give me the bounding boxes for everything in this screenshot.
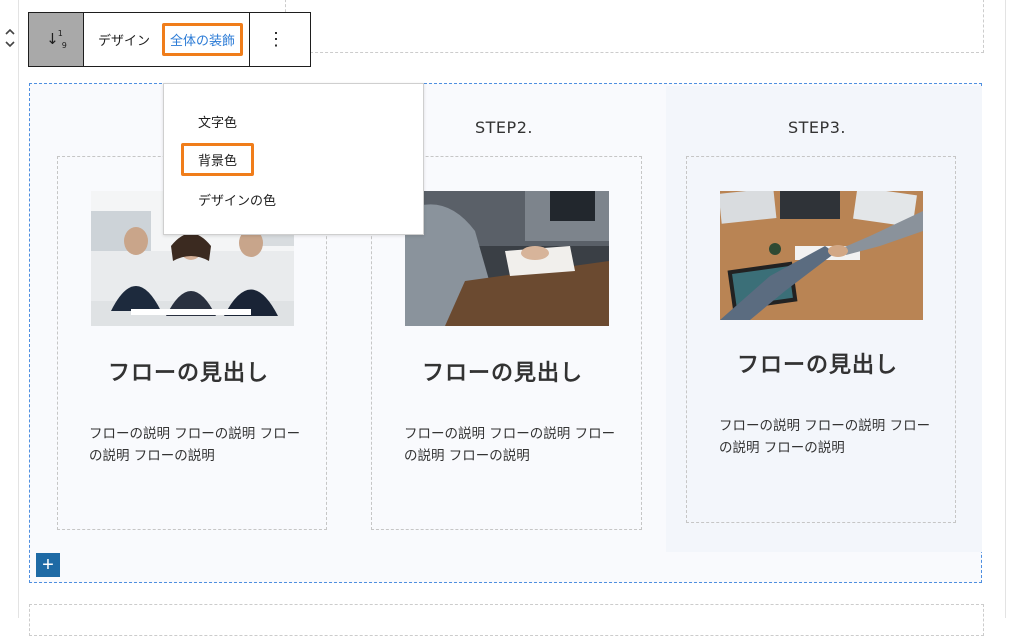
meeting-hands-photo <box>405 191 609 326</box>
flow-card-3-title: フローの見出し <box>737 353 899 378</box>
decoration-dropdown: 文字色 背景色 デザインの色 <box>163 83 424 235</box>
design-button[interactable]: デザイン <box>98 30 150 49</box>
flow-card-1-title: フローの見出し <box>108 361 270 386</box>
heading-block[interactable] <box>285 0 984 53</box>
menu-item-background-color[interactable]: 背景色 <box>181 143 255 176</box>
heading-peek <box>336 0 486 6</box>
handshake-desk-photo <box>720 191 923 320</box>
flow-card-3[interactable]: フローの見出し フローの説明 フローの説明 フローの説明 フローの説明 <box>686 156 956 523</box>
menu-item-design-color[interactable]: デザインの色 <box>198 190 276 209</box>
vertical-ellipsis-icon: ⋮ <box>267 29 286 49</box>
canvas-right-border <box>1005 0 1006 618</box>
overall-decoration-button[interactable]: 全体の装飾 <box>162 23 244 56</box>
toolbar-style-group: デザイン 全体の装飾 <box>84 13 251 66</box>
add-block-button[interactable]: + <box>36 553 60 577</box>
menu-item-text-color[interactable]: 文字色 <box>198 112 237 131</box>
flow-card-1-description: フローの説明 フローの説明 フローの説明 フローの説明 <box>89 426 301 464</box>
step3-label: STEP3. <box>788 118 846 137</box>
flow-card-2-description: フローの説明 フローの説明 フローの説明 フローの説明 <box>404 426 616 464</box>
flow-card-2-title: フローの見出し <box>422 361 584 386</box>
block-toolbar: ↓19 デザイン 全体の装飾 ⋮ <box>28 12 311 67</box>
chevron-up-icon[interactable] <box>2 26 18 39</box>
block-type-button[interactable]: ↓19 <box>29 13 84 66</box>
sort-numbered-icon: ↓19 <box>46 28 67 50</box>
flow-card-3-description: フローの説明 フローの説明 フローの説明 フローの説明 <box>719 418 931 456</box>
more-options-button[interactable]: ⋮ <box>250 13 302 66</box>
step2-label: STEP2. <box>475 118 533 137</box>
chevron-down-icon[interactable] <box>2 39 18 52</box>
block-mover[interactable] <box>2 26 18 56</box>
canvas-left-border <box>18 0 19 618</box>
next-block[interactable] <box>29 604 984 636</box>
